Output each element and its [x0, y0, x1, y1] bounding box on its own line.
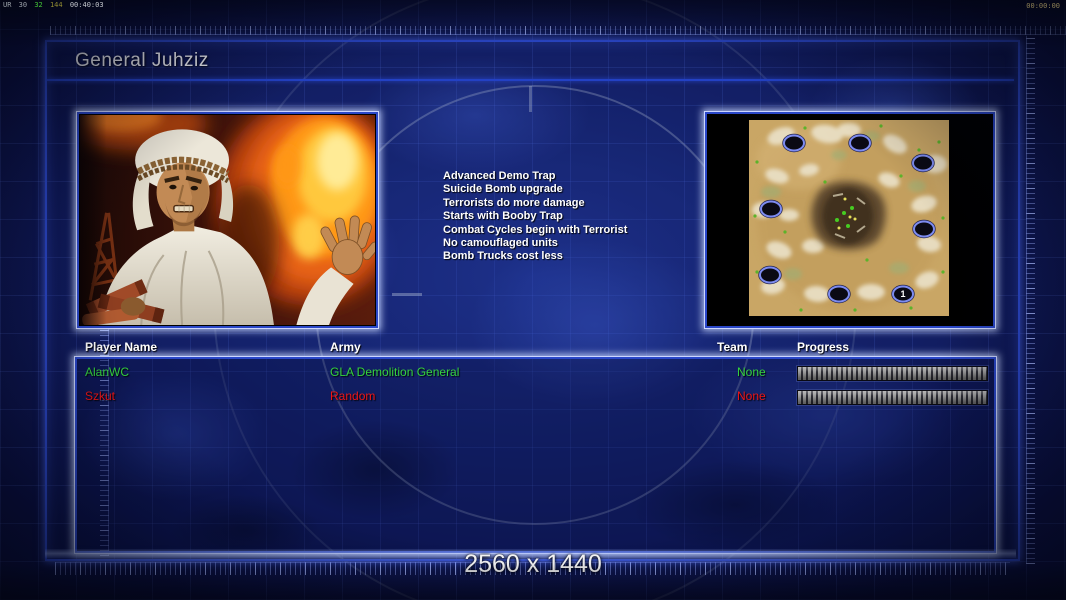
army-cell: GLA Demolition General — [330, 365, 460, 379]
player-start-marker-1: 1 — [891, 284, 915, 304]
bonus-item: No camouflaged units — [443, 237, 558, 250]
start-marker-number: 1 — [900, 289, 905, 299]
player-list-panel — [74, 356, 997, 554]
load-progress-bar — [797, 366, 988, 381]
resolution-label: 2560 x 1440 — [464, 550, 602, 578]
team-cell: None — [737, 389, 766, 403]
bonus-item: Suicide Bomb upgrade — [443, 183, 563, 196]
bonus-item: Starts with Booby Trap — [443, 210, 563, 223]
session-timer: 00:40:03 — [69, 1, 104, 9]
column-header-progress: Progress — [797, 340, 850, 354]
bonus-item: Terrorists do more damage — [443, 196, 585, 209]
net-status-segment: 32 — [34, 1, 43, 9]
general-portrait-art — [80, 115, 375, 325]
load-progress-bar — [797, 390, 988, 405]
match-timer: 00:00:00 — [1026, 2, 1060, 10]
net-status-readout: UR 30 32 144 00:40:03 — [3, 1, 107, 9]
net-status-segment: 30 — [18, 1, 28, 9]
portrait-left-shadow — [80, 115, 107, 325]
general-bonus-list: Advanced Demo Trap Suicide Bomb upgrade … — [443, 170, 713, 264]
bonus-item: Combat Cycles begin with Terrorist — [443, 223, 628, 236]
map-preview-frame: 1 — [704, 111, 996, 329]
map-center-crater — [811, 181, 886, 250]
team-cell: None — [737, 365, 766, 379]
load-progress-fill — [798, 391, 987, 404]
general-portrait-frame — [76, 111, 379, 329]
title-divider-line — [47, 79, 1014, 81]
map-preview: 1 — [749, 120, 949, 316]
player-name-cell: Szkut — [85, 389, 116, 403]
bonus-item: Bomb Trucks cost less — [443, 250, 563, 263]
general-name-title: General Juhziz — [75, 50, 209, 71]
column-header-player-name: Player Name — [85, 340, 158, 354]
army-cell: Random — [330, 389, 376, 403]
player-row: Szkut Random None — [0, 389, 1066, 406]
loading-screen: UR 30 32 144 00:40:03 00:00:00 General J… — [0, 0, 1066, 600]
load-progress-fill — [798, 367, 987, 380]
column-header-team: Team — [717, 340, 748, 354]
net-status-segment: UR — [3, 1, 12, 9]
net-status-segment: 144 — [49, 1, 63, 9]
column-header-army: Army — [330, 340, 361, 354]
player-name-cell: AlanWC — [85, 365, 130, 379]
ruler-right-decoration — [1026, 36, 1035, 564]
bonus-item: Advanced Demo Trap — [443, 170, 556, 182]
ruler-top-decoration — [50, 26, 1066, 35]
player-row: AlanWC GLA Demolition General None — [0, 365, 1066, 382]
